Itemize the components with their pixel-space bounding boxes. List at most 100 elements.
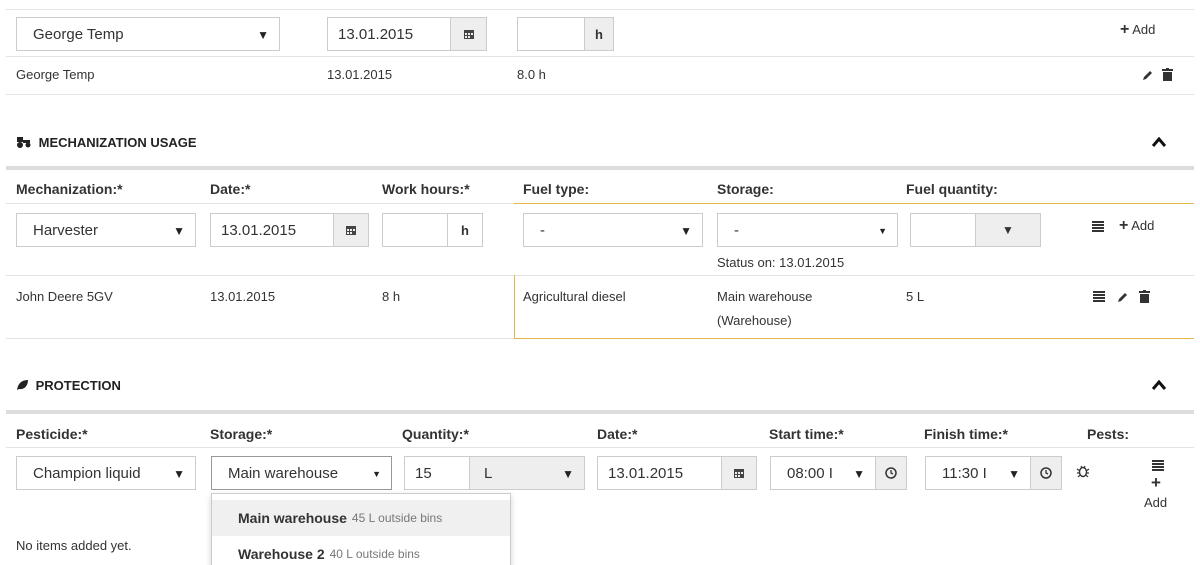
header-fuel-quantity: Fuel quantity: — [906, 181, 998, 197]
header-fuel-type: Fuel type: — [523, 181, 590, 197]
list-icon[interactable] — [1093, 291, 1105, 302]
trash-icon[interactable] — [1139, 290, 1150, 303]
mechanization-calendar-button[interactable] — [333, 213, 369, 247]
chevron-up-icon[interactable] — [1152, 137, 1166, 147]
mech-entry-fuel-quantity: 5 L — [906, 289, 925, 304]
mech-entry-storage: Main warehouse — [717, 289, 813, 304]
chevron-up-icon[interactable] — [1152, 380, 1166, 390]
storage-option[interactable]: Warehouse 2 40 L outside bins — [212, 536, 510, 565]
protection-calendar-button[interactable] — [721, 456, 757, 490]
start-time-clock-button[interactable] — [875, 456, 907, 490]
mechanization-select[interactable]: Harvester ▼ — [16, 213, 196, 247]
worker-entry-date: 13.01.2015 — [327, 67, 393, 82]
caret-down-icon: ▼ — [853, 467, 865, 481]
worker-date-calendar-button[interactable] — [450, 17, 487, 51]
fuel-storage-select[interactable]: - ▼ — [717, 213, 898, 247]
header-date: Date:* — [597, 426, 638, 442]
calendar-icon — [463, 30, 474, 39]
section-rule — [6, 410, 1194, 414]
finish-time-value: 11:30 I — [942, 464, 987, 482]
storage-option[interactable]: Main warehouse 45 L outside bins — [212, 500, 510, 536]
pencil-icon[interactable] — [1142, 69, 1154, 81]
mechanization-select-value: Harvester — [33, 221, 99, 239]
row-divider — [6, 447, 1194, 448]
caret-down-icon: ▼ — [257, 28, 269, 42]
worker-select[interactable]: George Temp ▼ — [16, 17, 280, 51]
fuel-storage-select-value: - — [734, 221, 739, 239]
row-divider — [6, 203, 514, 204]
start-time-select[interactable]: 08:00 I ▼ — [770, 456, 876, 490]
protection-date-input[interactable]: 13.01.2015 — [597, 456, 722, 490]
header-start-time: Start time:* — [769, 426, 844, 442]
list-icon[interactable] — [1092, 221, 1104, 232]
calendar-icon — [734, 469, 744, 478]
caret-down-icon: ▼ — [1008, 467, 1020, 481]
caret-down-icon: ▼ — [878, 226, 887, 236]
worker-date-input[interactable]: 13.01.2015 — [327, 17, 451, 51]
calendar-icon — [346, 226, 356, 235]
leaf-icon — [17, 380, 28, 390]
quantity-unit-select[interactable]: L ▼ — [469, 456, 585, 490]
header-finish-time: Finish time:* — [924, 426, 1009, 442]
protection-storage-select[interactable]: Main warehouse ▼ — [211, 456, 392, 490]
pesticide-select-value: Champion liquid — [33, 464, 141, 482]
mechanization-title-text: MECHANIZATION USAGE — [38, 135, 197, 150]
storage-option-name: Main warehouse — [238, 510, 347, 526]
plus-icon: + — [1119, 217, 1129, 234]
storage-option-detail: 45 L outside bins — [351, 511, 443, 525]
storage-status-text: Status on: 13.01.2015 — [717, 255, 845, 270]
protection-add-button[interactable]: Add — [1144, 495, 1167, 510]
header-quantity: Quantity:* — [402, 426, 469, 442]
header-storage: Storage:* — [210, 426, 273, 442]
worker-add-button[interactable]: + Add — [1120, 21, 1155, 39]
worker-hours-input[interactable] — [517, 17, 585, 51]
quantity-value: 15 — [415, 464, 432, 482]
fuel-type-select[interactable]: - ▼ — [523, 213, 703, 247]
worker-date-value: 13.01.2015 — [338, 25, 414, 43]
header-pesticide: Pesticide:* — [16, 426, 88, 442]
tractor-icon — [17, 137, 31, 148]
storage-option-detail: 40 L outside bins — [329, 547, 420, 561]
fuel-group-divider — [514, 275, 515, 338]
protection-date-value: 13.01.2015 — [608, 464, 684, 482]
mech-entry-fuel-type: Agricultural diesel — [523, 289, 626, 304]
header-pests: Pests: — [1087, 426, 1130, 442]
header-storage: Storage: — [717, 181, 774, 197]
fuel-type-select-value: - — [540, 221, 545, 239]
finish-time-select[interactable]: 11:30 I ▼ — [925, 456, 1031, 490]
quantity-input[interactable]: 15 — [404, 456, 470, 490]
mech-entry-name: John Deere 5GV — [16, 289, 113, 304]
fuel-unit-select[interactable]: ▼ — [975, 213, 1041, 247]
fuel-group-rule — [514, 338, 1194, 339]
top-divider — [6, 9, 1194, 10]
hours-unit-label: h — [461, 222, 469, 238]
protection-storage-select-value: Main warehouse — [228, 464, 339, 482]
mechanization-date-input[interactable]: 13.01.2015 — [210, 213, 334, 247]
plus-icon[interactable]: + — [1151, 473, 1161, 493]
list-icon[interactable] — [1152, 460, 1164, 471]
finish-time-clock-button[interactable] — [1030, 456, 1062, 490]
caret-down-icon: ▼ — [173, 467, 185, 481]
fuel-quantity-input[interactable] — [910, 213, 976, 247]
section-rule — [6, 166, 1194, 170]
trash-icon[interactable] — [1162, 68, 1173, 81]
plus-icon: + — [1120, 21, 1130, 38]
empty-list-text: No items added yet. — [16, 538, 132, 553]
mechanization-add-button[interactable]: + Add — [1119, 217, 1154, 235]
caret-down-icon: ▼ — [372, 469, 381, 479]
caret-down-icon: ▼ — [1002, 223, 1014, 237]
storage-dropdown-menu: Main warehouse 45 L outside bins Warehou… — [211, 493, 511, 565]
worker-select-value: George Temp — [33, 25, 124, 43]
mechanization-hours-input[interactable] — [382, 213, 448, 247]
clock-icon — [1040, 467, 1052, 479]
pesticide-select[interactable]: Champion liquid ▼ — [16, 456, 196, 490]
row-divider — [6, 94, 1194, 95]
mechanization-hours-unit: h — [447, 213, 483, 247]
caret-down-icon: ▼ — [680, 224, 692, 238]
worker-entry-name: George Temp — [16, 67, 95, 82]
pencil-icon[interactable] — [1117, 291, 1129, 303]
add-label: Add — [1131, 218, 1155, 233]
bug-icon[interactable] — [1076, 464, 1090, 478]
row-divider — [514, 275, 1194, 276]
fuel-group-rule — [514, 203, 1194, 204]
